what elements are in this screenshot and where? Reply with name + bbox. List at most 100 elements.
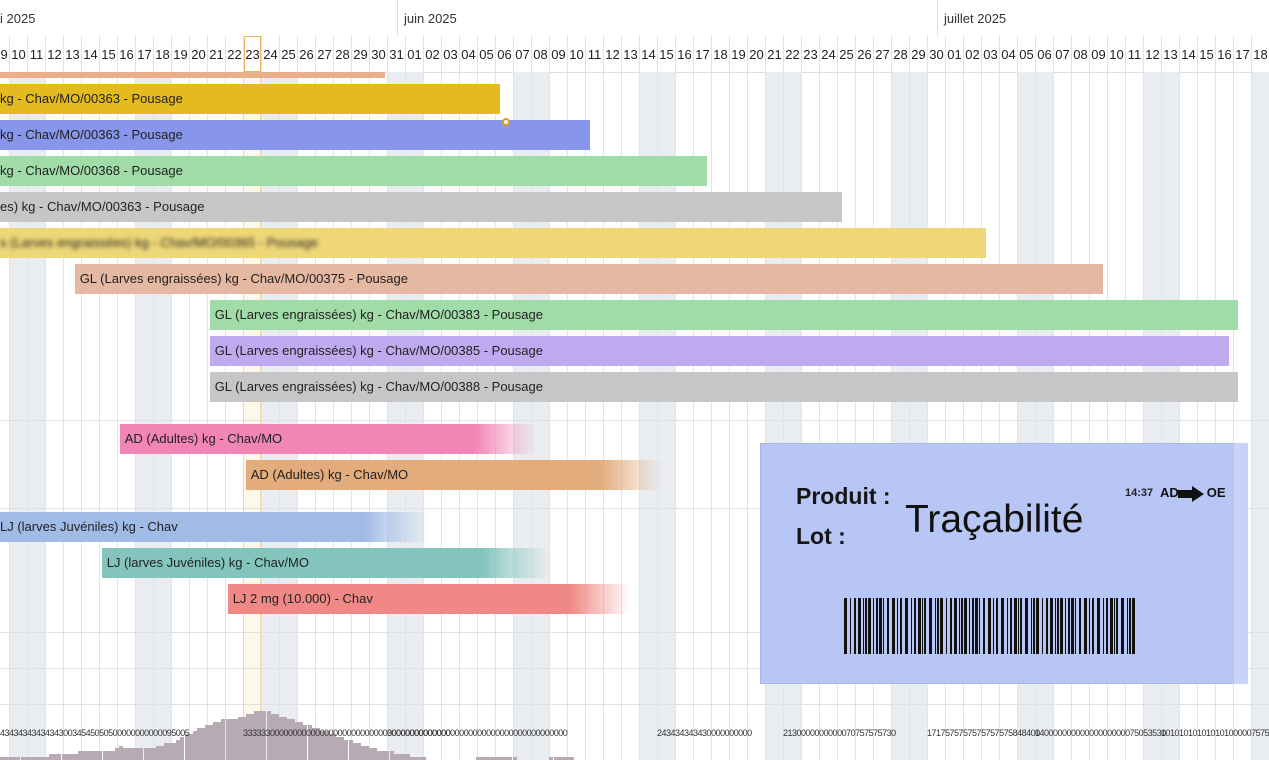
day-label[interactable]: 27 [873,36,891,72]
day-label[interactable]: 08 [531,36,549,72]
day-label[interactable]: 15 [1197,36,1215,72]
task-bar[interactable]: LJ 2 mg (10.000) - Chav [227,584,630,614]
day-label[interactable]: 30 [927,36,945,72]
task-bar[interactable]: LJ (larves Juvéniles) kg - Chav [0,512,429,542]
day-label[interactable]: 30 [369,36,387,72]
day-label[interactable]: 31 [387,36,405,72]
day-label[interactable]: 12 [45,36,63,72]
task-bar[interactable]: kg - Chav/MO/00368 - Pousage [0,156,708,186]
task-bar[interactable]: GL (Larves engraissées) kg - Chav/MO/003… [209,300,1239,330]
day-label[interactable]: 14 [81,36,99,72]
day-label[interactable]: 16 [675,36,693,72]
resize-handle[interactable] [502,118,510,126]
day-label[interactable]: 06 [495,36,513,72]
day-label[interactable]: 17 [1233,36,1251,72]
task-bar[interactable]: LJ (larves Juvéniles) kg - Chav/MO [101,548,549,578]
day-label[interactable]: 22 [225,36,243,72]
task-bar[interactable]: GL (Larves engraissées) kg - Chav/MO/003… [74,264,1104,294]
task-bar[interactable]: s (Larves engraissées) kg - Chav/MO/0036… [0,228,987,258]
day-label[interactable]: 13 [1161,36,1179,72]
day-label[interactable]: 16 [117,36,135,72]
weekend-column [1251,72,1269,760]
day-label[interactable]: 23 [243,36,261,72]
day-label[interactable]: 10 [567,36,585,72]
day-label[interactable]: 02 [423,36,441,72]
task-bar[interactable]: AD (Adultes) kg - Chav/MO [245,460,663,490]
day-label[interactable]: 12 [603,36,621,72]
summary-bar[interactable] [0,72,385,78]
day-label[interactable]: 02 [963,36,981,72]
day-label[interactable]: 04 [999,36,1017,72]
day-label[interactable]: 04 [459,36,477,72]
day-label[interactable]: 07 [513,36,531,72]
day-label[interactable]: 13 [63,36,81,72]
day-label[interactable]: 10 [9,36,27,72]
task-bar[interactable]: kg - Chav/MO/00363 - Pousage [0,84,501,114]
task-bar-label: AD (Adultes) kg - Chav/MO [124,431,283,446]
task-bar[interactable]: es) kg - Chav/MO/00363 - Pousage [0,192,843,222]
day-label[interactable]: 21 [765,36,783,72]
day-label[interactable]: 28 [891,36,909,72]
day-label[interactable]: 19 [171,36,189,72]
task-bar-label: GL (Larves engraissées) kg - Chav/MO/003… [214,307,543,322]
day-label[interactable]: 29 [351,36,369,72]
task-bar-label: GL (Larves engraissées) kg - Chav/MO/003… [79,271,408,286]
day-column [729,72,747,760]
day-label[interactable]: 15 [657,36,675,72]
day-label[interactable]: 20 [747,36,765,72]
task-bar-label: es) kg - Chav/MO/00363 - Pousage [0,199,205,214]
histogram-value-label: 3000000000000000000000000000000000000000 [387,728,568,738]
day-label[interactable]: 09 [1089,36,1107,72]
label-shadow [1234,443,1248,684]
day-label[interactable]: 21 [207,36,225,72]
day-label[interactable]: 03 [981,36,999,72]
day-label[interactable]: 18 [1251,36,1269,72]
day-label[interactable]: 14 [639,36,657,72]
day-label[interactable]: 17 [135,36,153,72]
day-label[interactable]: 19 [0,36,9,72]
day-label[interactable]: 29 [909,36,927,72]
day-label[interactable]: 08 [1071,36,1089,72]
day-label[interactable]: 05 [477,36,495,72]
day-label[interactable]: 25 [837,36,855,72]
day-label[interactable]: 24 [261,36,279,72]
day-label[interactable]: 24 [819,36,837,72]
day-label[interactable]: 01 [945,36,963,72]
day-label[interactable]: 01 [405,36,423,72]
day-label[interactable]: 16 [1215,36,1233,72]
task-bar[interactable]: GL (Larves engraissées) kg - Chav/MO/003… [209,336,1230,366]
day-label[interactable]: 18 [711,36,729,72]
label-code-left: AD [1160,485,1179,500]
day-label[interactable]: 14 [1179,36,1197,72]
day-label[interactable]: 25 [279,36,297,72]
day-label[interactable]: 27 [315,36,333,72]
barcode [844,598,1136,654]
day-label[interactable]: 28 [333,36,351,72]
day-label[interactable]: 13 [621,36,639,72]
day-label[interactable]: 12 [1143,36,1161,72]
day-label[interactable]: 26 [855,36,873,72]
day-label[interactable]: 23 [801,36,819,72]
day-label[interactable]: 11 [1125,36,1143,72]
day-label[interactable]: 20 [189,36,207,72]
day-label[interactable]: 22 [783,36,801,72]
task-bar-label: s (Larves engraissées) kg - Chav/MO/0036… [0,235,318,250]
task-bar[interactable]: kg - Chav/MO/00363 - Pousage [0,120,591,150]
day-label[interactable]: 09 [549,36,567,72]
day-label[interactable]: 15 [99,36,117,72]
day-label[interactable]: 06 [1035,36,1053,72]
day-label[interactable]: 11 [585,36,603,72]
day-label[interactable]: 07 [1053,36,1071,72]
month-label: juillet 2025 [937,0,1269,36]
day-label[interactable]: 11 [27,36,45,72]
day-label[interactable]: 18 [153,36,171,72]
day-label[interactable]: 05 [1017,36,1035,72]
task-bar[interactable]: GL (Larves engraissées) kg - Chav/MO/003… [209,372,1239,402]
day-label[interactable]: 03 [441,36,459,72]
task-bar-label: kg - Chav/MO/00363 - Pousage [0,127,183,142]
task-bar[interactable]: AD (Adultes) kg - Chav/MO [119,424,537,454]
day-label[interactable]: 10 [1107,36,1125,72]
day-label[interactable]: 17 [693,36,711,72]
day-label[interactable]: 26 [297,36,315,72]
day-label[interactable]: 19 [729,36,747,72]
